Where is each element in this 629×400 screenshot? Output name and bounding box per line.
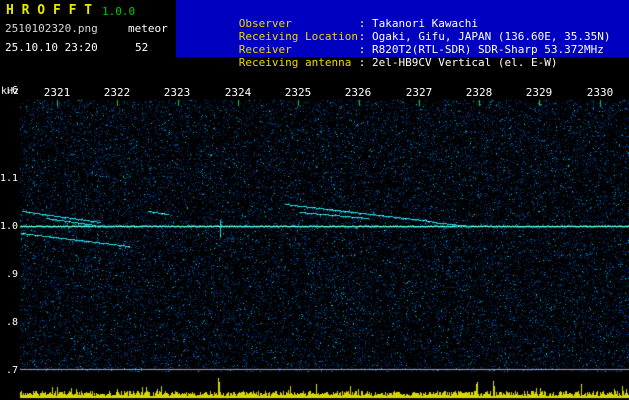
timestamp: 25.10.10 23:20 [5, 41, 98, 54]
time-tick-label: 2330 [586, 86, 614, 99]
time-tick-label: 2322 [103, 86, 131, 99]
hrofft-window: H R O F F T 1.0.0 2510102320.png meteor … [0, 0, 629, 400]
info-label: Receiving antenna [238, 56, 352, 69]
time-tick-label: 2327 [405, 86, 433, 99]
file-name: 2510102320.png [5, 22, 98, 35]
time-tick-label: 2325 [284, 86, 312, 99]
freq-tick-label: .7 [5, 365, 18, 376]
observation-info-panel: Observer: Takanori Kawachi Receiving Loc… [176, 0, 629, 69]
mode-label: meteor [128, 22, 168, 35]
freq-tick-label: .6 [5, 85, 18, 96]
freq-tick-label: 1.1 [0, 173, 19, 184]
echo-count: 52 [135, 41, 149, 54]
spectrogram-canvas [0, 85, 629, 400]
time-tick-label: 2321 [43, 86, 71, 99]
time-tick-label: 2323 [163, 86, 191, 99]
info-value: : 2el-HB9CV Vertical (el. E-W) [358, 56, 558, 69]
info-row-observer: Observer: Takanori Kawachi [176, 2, 629, 30]
app-version: 1.0.0 [102, 5, 136, 18]
time-tick-label: 2326 [344, 86, 372, 99]
time-axis: 2321 2322 2323 2324 2325 2326 2327 2328 … [0, 86, 629, 99]
app-header: H R O F F T 1.0.0 2510102320.png meteor … [0, 0, 176, 57]
app-title: H R O F F T [6, 3, 93, 18]
frequency-axis: kHz 1.1 1.0 .9 .8 .7 .6 [0, 85, 19, 385]
time-tick-label: 2329 [525, 86, 553, 99]
time-tick-label: 2324 [224, 86, 252, 99]
freq-tick-label: 1.0 [0, 221, 19, 232]
freq-tick-label: .8 [5, 317, 18, 328]
time-tick-label: 2328 [465, 86, 493, 99]
freq-tick-label: .9 [5, 269, 18, 280]
